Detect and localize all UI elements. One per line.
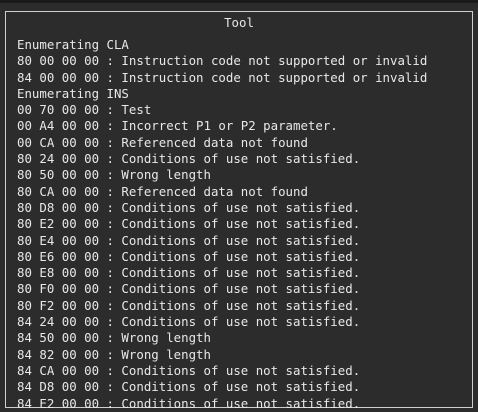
frame-title-bar: Tool: [6, 15, 472, 31]
output-line: 00 70 00 00 : Test: [17, 102, 152, 118]
terminal-window: Tool Enumerating CLA 80 00 00 00 : Instru…: [0, 0, 478, 412]
output-line: 80 E6 00 00 : Conditions of use not sati…: [17, 248, 361, 264]
output-line: Enumerating CLA: [17, 37, 129, 52]
window-top-edge: [0, 0, 478, 3]
output-line: 80 D8 00 00 : Conditions of use not sati…: [17, 199, 361, 215]
output-line: 00 A4 00 00 : Incorrect P1 or P2 paramet…: [17, 118, 338, 134]
console-output: Enumerating CLA 80 00 00 00 : Instruction…: [17, 37, 469, 412]
output-line: Enumerating INS: [17, 85, 129, 101]
output-line: 80 E4 00 00 : Conditions of use not sati…: [17, 232, 361, 248]
output-line: 80 24 00 00 : Conditions of use not sati…: [17, 151, 361, 167]
output-line: 84 D8 00 00 : Conditions of use not sati…: [17, 379, 361, 395]
output-line: 84 82 00 00 : Wrong length: [17, 346, 211, 362]
output-line: 80 E8 00 00 : Conditions of use not sati…: [17, 265, 361, 281]
output-line: 80 00 00 00 : Instruction code not suppo…: [17, 53, 428, 69]
output-line: 84 50 00 00 : Wrong length: [17, 330, 211, 346]
output-line: 00 CA 00 00 : Referenced data not found: [17, 134, 308, 150]
frame-title: Tool: [219, 15, 259, 30]
output-line: 80 F0 00 00 : Conditions of use not sati…: [17, 281, 361, 297]
output-line: 80 50 00 00 : Wrong length: [17, 167, 211, 183]
output-line: 80 E2 00 00 : Conditions of use not sati…: [17, 216, 361, 232]
output-line: 84 24 00 00 : Conditions of use not sati…: [17, 314, 361, 330]
output-line: 80 CA 00 00 : Referenced data not found: [17, 183, 308, 199]
output-line: 84 CA 00 00 : Conditions of use not sati…: [17, 362, 361, 378]
output-line: 84 00 00 00 : Instruction code not suppo…: [17, 69, 428, 85]
output-line: 84 E2 00 00 : Conditions of use not sati…: [17, 395, 361, 411]
output-line: 80 F2 00 00 : Conditions of use not sati…: [17, 297, 361, 313]
